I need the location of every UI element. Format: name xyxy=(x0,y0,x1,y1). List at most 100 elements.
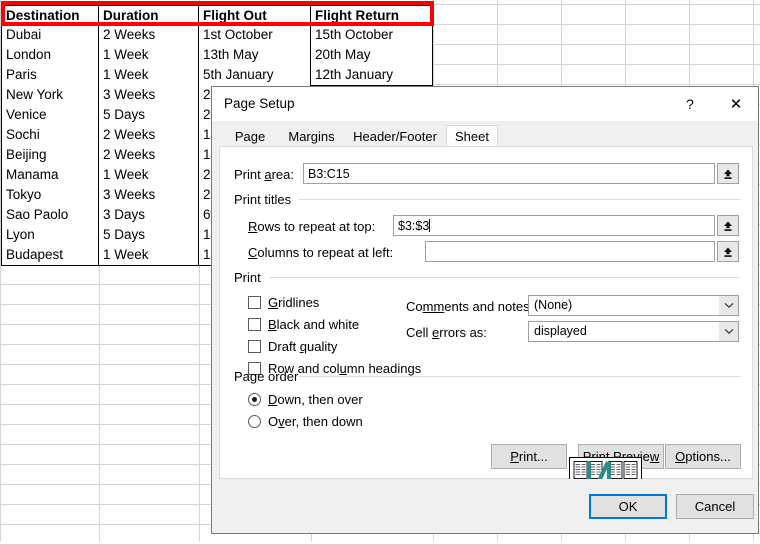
table-cell[interactable]: Dubai xyxy=(1,25,99,46)
dialog-footer: OK Cancel xyxy=(212,479,758,533)
checkbox-row-lack-and-white[interactable]: Black and white xyxy=(248,317,359,332)
columns-to-repeat-label-post: olumns to repeat at left: xyxy=(257,245,394,260)
table-cell[interactable]: 1 Week xyxy=(99,45,199,66)
cell-errors-label-pre: Cell xyxy=(406,325,433,340)
table-cell[interactable]: London xyxy=(1,45,99,66)
radio-row-own-then-over[interactable]: Down, then over xyxy=(248,392,363,407)
radio-button-icon[interactable] xyxy=(248,393,261,406)
radio-label: Over, then down xyxy=(268,414,363,429)
table-header-cell[interactable]: Flight Out xyxy=(199,5,311,26)
checkbox-label: Draft quality xyxy=(268,339,338,354)
cell-errors-dropdown[interactable]: displayed xyxy=(528,321,739,342)
rows-to-repeat-input[interactable]: $3:$3 xyxy=(393,215,715,236)
columns-to-repeat-input[interactable] xyxy=(425,241,715,262)
rows-to-repeat-label-key: R xyxy=(248,219,258,234)
print-group-rule xyxy=(270,277,740,278)
print-area-label-pre: Print xyxy=(234,167,265,182)
table-cell[interactable]: 2 Weeks xyxy=(99,145,199,166)
table-header-cell[interactable]: Duration xyxy=(99,5,199,26)
collapse-dialog-icon[interactable] xyxy=(717,215,739,236)
table-cell[interactable]: 13th May xyxy=(199,45,311,66)
checkbox-icon[interactable] xyxy=(248,318,261,331)
table-cell[interactable]: Venice xyxy=(1,105,99,126)
radio-row-er-then-down[interactable]: Over, then down xyxy=(248,414,363,429)
table-cell[interactable]: 2 Weeks xyxy=(99,125,199,146)
table-cell[interactable]: 1st October xyxy=(199,25,311,46)
table-cell[interactable]: 2 Weeks xyxy=(99,25,199,46)
checkbox-row-ridlines[interactable]: Gridlines xyxy=(248,295,319,310)
table-cell[interactable]: Sao Paolo xyxy=(1,205,99,226)
rows-to-repeat-label-post: ows to repeat at top: xyxy=(257,219,376,234)
print-button[interactable]: Print... xyxy=(491,444,567,469)
comments-and-notes-label: Comments and notes: xyxy=(406,299,533,314)
table-cell[interactable]: 1 Week xyxy=(99,65,199,86)
close-icon[interactable]: ✕ xyxy=(714,87,758,121)
dialog-titlebar[interactable]: Page Setup ? ✕ xyxy=(212,87,758,121)
table-cell[interactable]: New York xyxy=(1,85,99,106)
print-area-label-post: rea: xyxy=(271,167,294,182)
comments-label-post: ents and notes: xyxy=(444,299,534,314)
table-header-cell[interactable]: Flight Return xyxy=(311,5,433,26)
collapse-dialog-icon[interactable] xyxy=(717,241,739,262)
checkbox-row-uality[interactable]: Draft quality xyxy=(248,339,337,354)
tab-header-footer[interactable]: Header/Footer xyxy=(349,125,441,147)
columns-to-repeat-label-key: C xyxy=(248,245,258,260)
rows-to-repeat-label: Rows to repeat at top: xyxy=(248,219,375,234)
columns-to-repeat-label: Columns to repeat at left: xyxy=(248,245,393,260)
table-cell[interactable]: Lyon xyxy=(1,225,99,246)
print-titles-group-rule xyxy=(299,199,740,200)
print-area-label: Print area: xyxy=(234,167,294,182)
comments-and-notes-value: (None) xyxy=(534,298,573,312)
help-icon[interactable]: ? xyxy=(668,87,712,121)
comments-label-key: mm xyxy=(422,299,445,314)
table-cell[interactable]: Tokyo xyxy=(1,185,99,206)
chevron-down-icon[interactable] xyxy=(719,322,738,341)
page-order-group-rule xyxy=(299,376,740,377)
rows-to-repeat-value: $3:$3 xyxy=(398,219,430,233)
dialog-tabstrip: Page Margins Header/Footer Sheet xyxy=(212,121,758,148)
table-cell[interactable]: 1 Week xyxy=(99,165,199,186)
table-cell[interactable]: 3 Weeks xyxy=(99,185,199,206)
checkbox-icon[interactable] xyxy=(248,340,261,353)
radio-label: Down, then over xyxy=(268,392,363,407)
table-cell[interactable]: 3 Weeks xyxy=(99,85,199,106)
table-cell[interactable]: 5 Days xyxy=(99,105,199,126)
table-cell[interactable]: Beijing xyxy=(1,145,99,166)
table-cell[interactable]: 20th May xyxy=(311,45,433,66)
print-area-label-key: a xyxy=(264,167,272,182)
table-cell[interactable]: 5th January xyxy=(199,65,311,86)
comments-label-pre: Co xyxy=(406,299,423,314)
cell-errors-value: displayed xyxy=(534,324,587,338)
chevron-down-icon[interactable] xyxy=(719,296,738,315)
ok-button[interactable]: OK xyxy=(589,494,667,519)
table-cell[interactable]: Manama xyxy=(1,165,99,186)
text-caret xyxy=(429,219,431,232)
table-cell[interactable]: 15th October xyxy=(311,25,433,46)
collapse-dialog-icon[interactable] xyxy=(717,163,739,184)
print-group-label: Print xyxy=(234,270,261,285)
table-cell[interactable]: Budapest xyxy=(1,245,99,266)
options-button[interactable]: Options... xyxy=(665,444,741,469)
print-area-input[interactable]: B3:C15 xyxy=(303,163,715,184)
cancel-button[interactable]: Cancel xyxy=(676,494,754,519)
radio-button-icon[interactable] xyxy=(248,415,261,428)
table-cell[interactable]: 12th January xyxy=(311,65,433,86)
table-header-cell[interactable]: Destination xyxy=(1,5,99,26)
tab-margins[interactable]: Margins xyxy=(280,125,343,147)
cell-errors-label: Cell errors as: xyxy=(406,325,487,340)
table-cell[interactable]: Paris xyxy=(1,65,99,86)
checkbox-label: Gridlines xyxy=(268,295,320,310)
checkbox-label: Black and white xyxy=(268,317,360,332)
page-setup-dialog: Page Setup ? ✕ Page Margins Header/Footer S… xyxy=(211,86,759,534)
cell-errors-label-post: rrors as: xyxy=(439,325,487,340)
tab-sheet[interactable]: Sheet xyxy=(446,125,498,148)
table-cell[interactable]: Sochi xyxy=(1,125,99,146)
checkbox-icon[interactable] xyxy=(248,296,261,309)
table-cell[interactable]: 1 Week xyxy=(99,245,199,266)
comments-and-notes-dropdown[interactable]: (None) xyxy=(528,295,739,316)
print-titles-group-label: Print titles xyxy=(234,192,292,207)
table-cell[interactable]: 5 Days xyxy=(99,225,199,246)
tab-page[interactable]: Page xyxy=(226,125,274,147)
table-cell[interactable]: 3 Days xyxy=(99,205,199,226)
page-order-group-label: Page order xyxy=(234,369,299,384)
